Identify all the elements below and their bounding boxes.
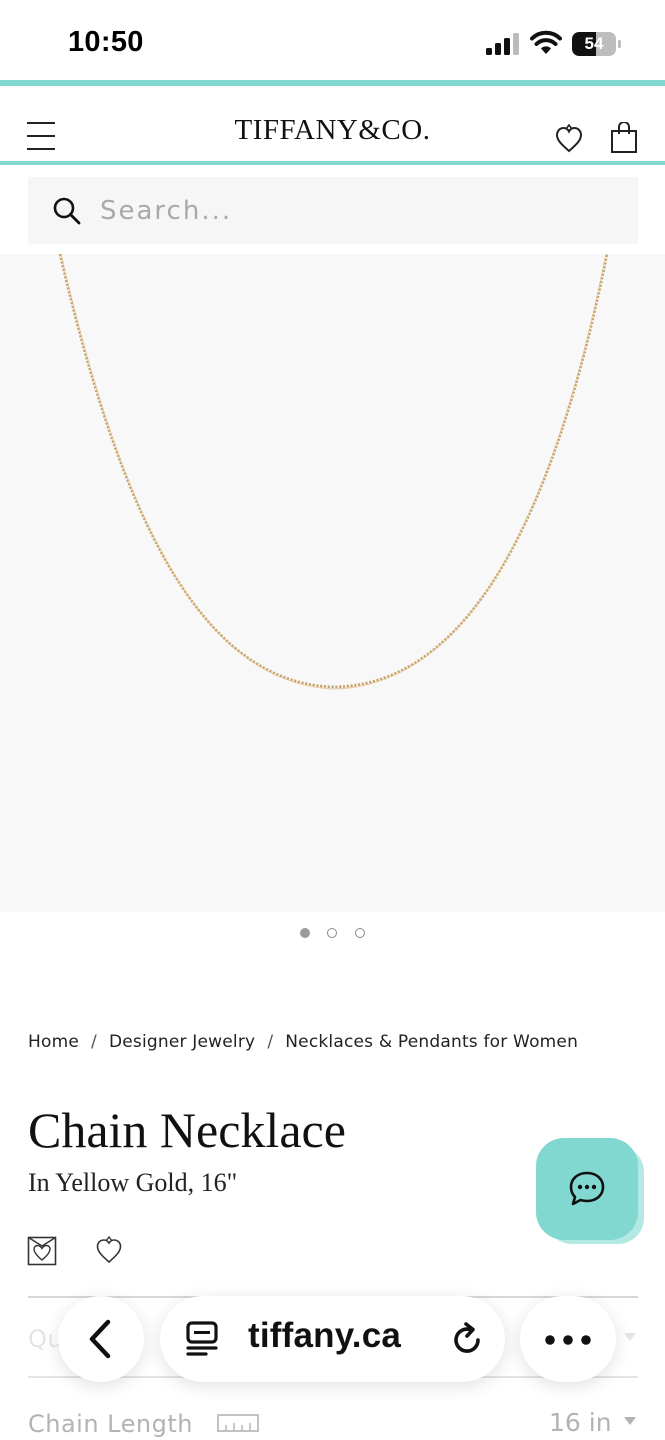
breadcrumb: Home / Designer Jewelry / Necklaces & Pendan…	[28, 1032, 578, 1052]
chat-icon	[569, 1171, 605, 1206]
search-icon	[53, 197, 81, 225]
url-text: tiffany.ca	[248, 1316, 402, 1355]
header-bottom-line	[0, 161, 665, 165]
site-header: TIFFANY&CO.	[0, 86, 665, 162]
carousel-dot[interactable]	[355, 928, 365, 938]
signal-icon	[486, 33, 519, 55]
back-arrow-icon	[89, 1319, 111, 1359]
breadcrumb-home[interactable]: Home	[28, 1032, 79, 1052]
address-bar[interactable]: tiffany.ca	[160, 1296, 505, 1382]
necklace-image	[58, 254, 609, 690]
shopping-bag-icon[interactable]	[610, 122, 638, 154]
gift-icon[interactable]	[27, 1236, 57, 1266]
reload-icon[interactable]	[448, 1320, 486, 1358]
browser-back-button[interactable]	[58, 1296, 144, 1382]
more-options-button[interactable]	[520, 1296, 616, 1382]
breadcrumb-necklaces[interactable]: Necklaces & Pendants for Women	[285, 1032, 578, 1052]
wishlist-heart-icon[interactable]	[555, 124, 583, 154]
carousel-dot[interactable]	[300, 928, 310, 938]
chain-length-select[interactable]: 16 in	[549, 1408, 612, 1437]
battery-percent: 54	[584, 34, 604, 53]
product-image[interactable]	[0, 254, 665, 912]
product-subtitle: In Yellow Gold, 16"	[28, 1168, 238, 1197]
chain-length-label: Chain Length	[28, 1410, 193, 1438]
breadcrumb-designer-jewelry[interactable]: Designer Jewelry	[109, 1032, 255, 1052]
tabs-icon	[186, 1321, 218, 1356]
breadcrumb-separator: /	[91, 1032, 97, 1052]
search-input[interactable]	[100, 177, 620, 244]
ruler-icon[interactable]	[217, 1413, 259, 1433]
breadcrumb-separator: /	[267, 1032, 274, 1052]
chain-length-dropdown-caret[interactable]	[624, 1417, 636, 1425]
carousel-indicator	[0, 928, 665, 942]
more-icon	[545, 1335, 591, 1345]
status-bar: 10:50 54	[0, 0, 665, 82]
battery-indicator: 54	[572, 32, 622, 56]
product-title: Chain Necklace	[28, 1102, 346, 1158]
carousel-dot[interactable]	[327, 928, 337, 938]
heart-icon[interactable]	[96, 1235, 122, 1265]
chat-button[interactable]	[536, 1138, 638, 1240]
wifi-icon	[530, 30, 562, 54]
status-time: 10:50	[68, 26, 144, 58]
search-bar[interactable]	[28, 177, 638, 244]
